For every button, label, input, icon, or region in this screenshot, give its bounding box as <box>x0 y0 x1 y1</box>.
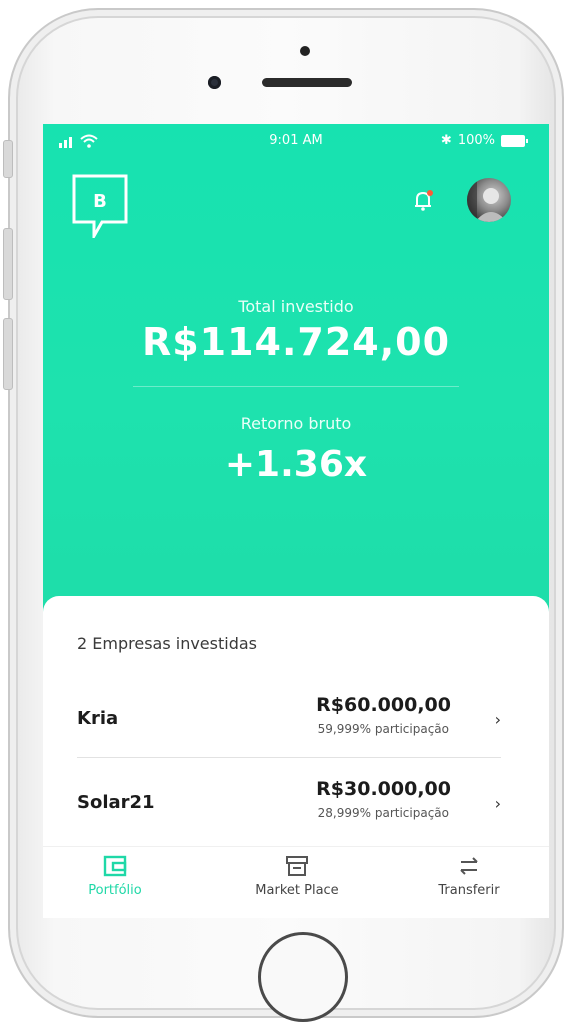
company-amount: R$60.000,00 <box>316 694 451 716</box>
volume-up-button <box>3 228 13 300</box>
notification-dot <box>427 190 433 196</box>
total-invested-label: Total investido <box>238 297 354 316</box>
app-logo: B <box>72 174 128 238</box>
tab-label: Market Place <box>255 883 339 898</box>
company-amount: R$30.000,00 <box>316 778 451 800</box>
wallet-icon <box>103 855 127 877</box>
front-camera-icon <box>208 76 221 89</box>
summary-hero: 9:01 AM ✱ 100% B Total investido R$114.7… <box>43 124 549 624</box>
proximity-sensor <box>300 46 310 56</box>
avatar[interactable] <box>467 178 511 222</box>
battery-percent: 100% <box>457 133 495 148</box>
bluetooth-icon: ✱ <box>440 133 452 148</box>
store-icon <box>286 856 308 876</box>
logo-letter: B <box>93 191 107 212</box>
tab-portfolio[interactable]: Portfólio <box>45 855 185 898</box>
tab-label: Transferir <box>438 883 500 898</box>
chevron-right-icon: › <box>494 794 501 813</box>
chevron-right-icon: › <box>494 710 501 729</box>
row-divider <box>77 757 501 758</box>
battery-icon <box>501 134 528 147</box>
mute-switch <box>3 140 13 178</box>
status-bar: 9:01 AM ✱ 100% <box>43 124 549 160</box>
transfer-icon <box>460 857 478 875</box>
tab-transfer[interactable]: Transferir <box>399 855 539 898</box>
company-row-kria[interactable]: Kria R$60.000,00 59,999% participação › <box>77 692 501 752</box>
notification-bell-icon[interactable] <box>413 190 433 212</box>
gross-return-value: +1.36x <box>224 444 368 485</box>
tab-label: Portfólio <box>88 883 142 898</box>
company-share: 28,999% participação <box>317 806 449 820</box>
volume-down-button <box>3 318 13 390</box>
company-row-solar21[interactable]: Solar21 R$30.000,00 28,999% participação… <box>77 776 501 836</box>
hero-divider <box>133 386 459 387</box>
bottom-tab-bar: Portfólio Market Place Transferir <box>43 846 549 918</box>
company-name: Solar21 <box>77 792 155 813</box>
earpiece-speaker <box>262 78 352 87</box>
total-invested-value: R$114.724,00 <box>141 320 451 364</box>
company-name: Kria <box>77 708 119 729</box>
app-screen: 9:01 AM ✱ 100% B Total investido R$114.7… <box>43 124 549 918</box>
tab-market-place[interactable]: Market Place <box>227 855 367 898</box>
home-button[interactable] <box>258 932 348 1022</box>
gross-return-label: Retorno bruto <box>240 414 352 433</box>
company-share: 59,999% participação <box>317 722 449 736</box>
companies-count-title: 2 Empresas investidas <box>77 634 257 653</box>
